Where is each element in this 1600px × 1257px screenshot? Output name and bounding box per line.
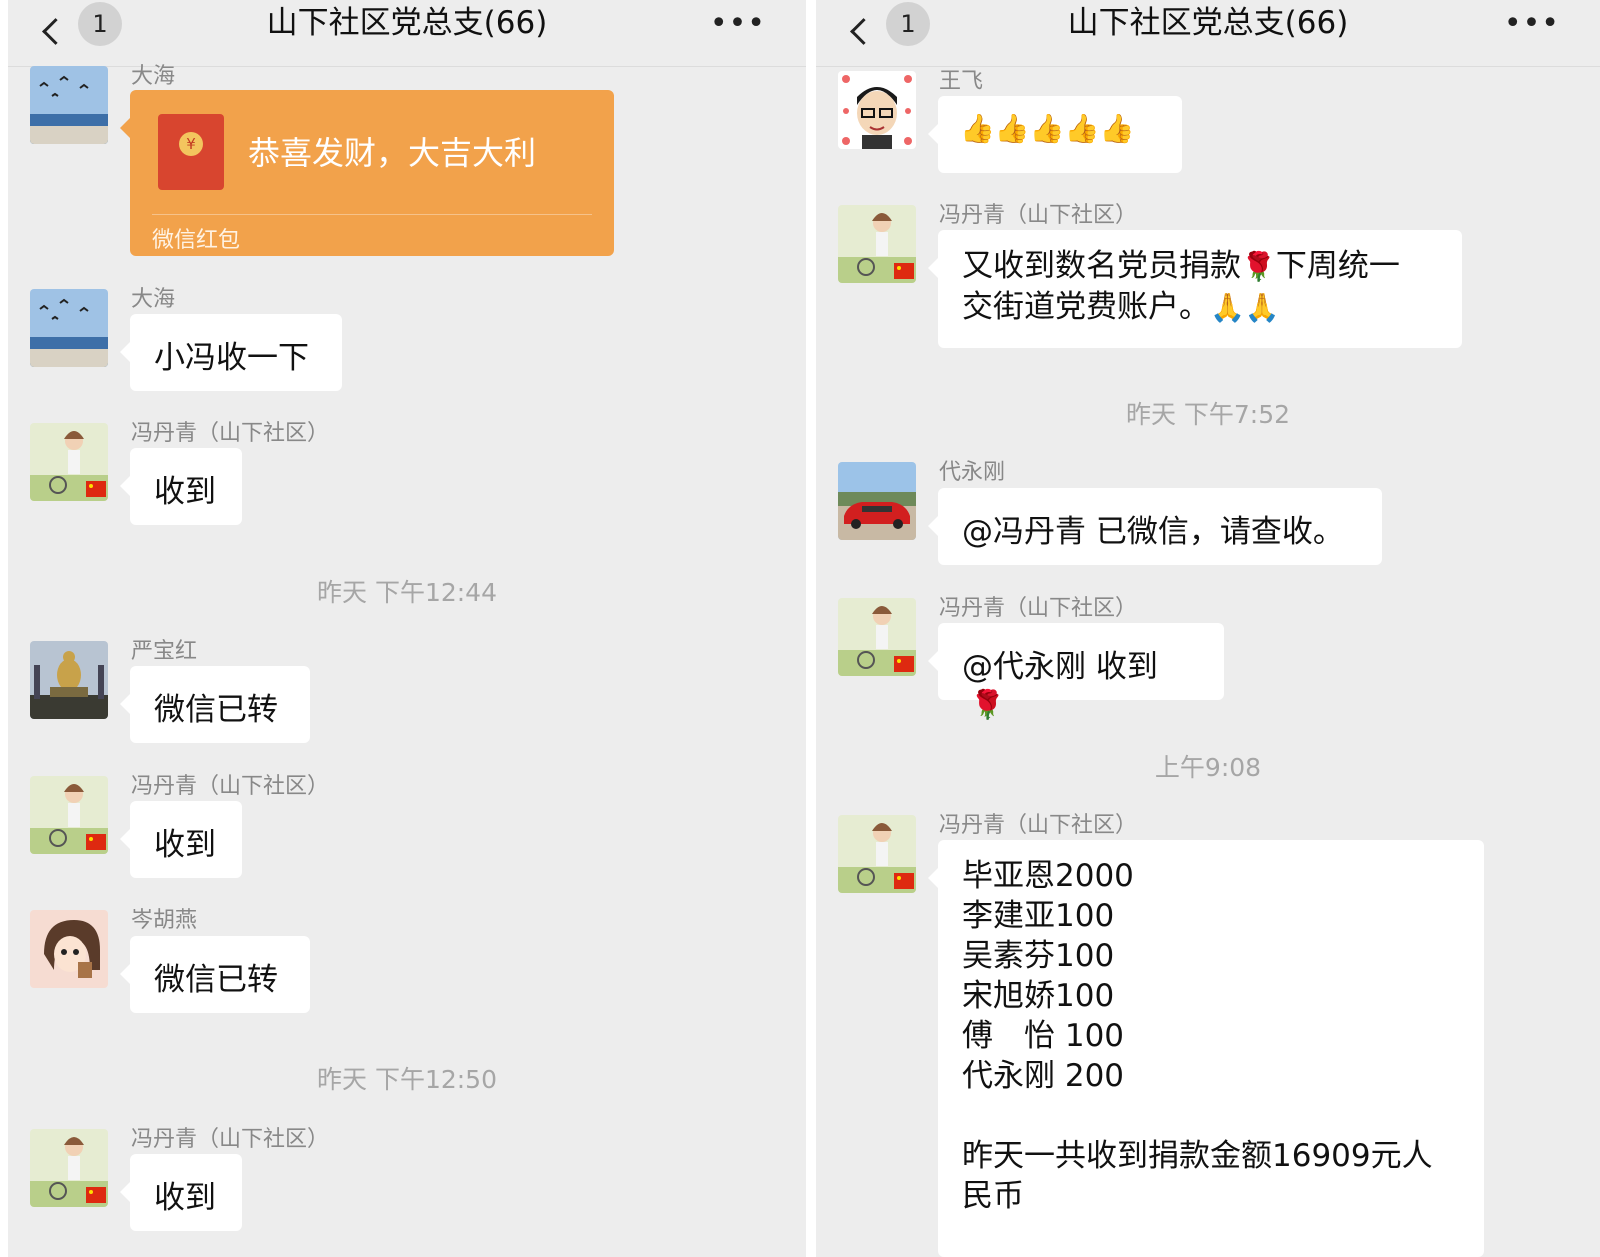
sender-name: 大海	[131, 64, 176, 89]
sender-name: 冯丹青（山下社区）	[939, 203, 1138, 228]
sender-name: 岑胡燕	[131, 908, 198, 933]
message-text: 又收到数名党员捐款	[962, 248, 1241, 284]
message-bubble[interactable]: 小冯收一下	[120, 314, 342, 391]
avatar-feng[interactable]	[838, 815, 916, 893]
message-text: 收到	[154, 1180, 216, 1216]
red-packet-icon: ¥	[158, 114, 224, 190]
chat-title: 山下社区党总支(66)	[1067, 5, 1349, 41]
avatar-feng[interactable]	[30, 423, 108, 501]
timestamp: 昨天 下午12:44	[317, 578, 497, 607]
sender-name: 冯丹青（山下社区）	[939, 596, 1138, 621]
avatar-dahai[interactable]	[30, 289, 108, 367]
sender-name: 大海	[131, 287, 176, 312]
screenshot-collage: 1 山下社区党总支(66) ••• 大海 ¥ 恭喜发财，大吉大利 微信红包 大海	[0, 0, 1600, 1257]
message-text: 交街道党费账户。	[962, 289, 1210, 325]
red-packet-title: 恭喜发财，大吉大利	[248, 134, 537, 172]
message-text: @代永刚 收到	[962, 649, 1158, 685]
message-text: 毕亚恩2000 李建亚100 吴素芬100 宋旭娇100 傅 怡 100 代永刚…	[962, 858, 1433, 1214]
message-text: 小冯收一下	[154, 340, 309, 376]
coin-icon: ¥	[179, 132, 203, 156]
message-text: 微信已转	[154, 962, 278, 998]
chat-header: 1 山下社区党总支(66) •••	[8, 0, 806, 67]
timestamp: 昨天 下午7:52	[1125, 400, 1291, 429]
chat-title: 山下社区党总支(66)	[266, 5, 548, 41]
avatar-feng[interactable]	[838, 598, 916, 676]
avatar-cen[interactable]	[30, 910, 108, 988]
thumbs-up-icon: 👍👍👍👍👍	[960, 112, 1135, 145]
avatar-yan[interactable]	[30, 641, 108, 719]
sender-name: 代永刚	[939, 460, 1006, 485]
divider	[152, 214, 592, 215]
more-icon[interactable]: •••	[710, 6, 766, 41]
chat-header: 1 山下社区党总支(66) •••	[816, 0, 1600, 67]
chat-pane-right: 1 山下社区党总支(66) ••• 王飞 👍👍👍👍👍 冯丹青（山下社区） 又收到…	[816, 0, 1600, 1257]
message-text: 收到	[154, 827, 216, 863]
message-bubble[interactable]: 收到	[120, 448, 242, 525]
message-bubble[interactable]: 👍👍👍👍👍	[928, 96, 1182, 173]
message-text: 收到	[154, 474, 216, 510]
timestamp: 上午9:08	[1154, 753, 1262, 782]
message-bubble[interactable]: 又收到数名党员捐款🌹下周统一 交街道党费账户。🙏🙏	[928, 230, 1462, 348]
avatar-feng[interactable]	[30, 1129, 108, 1207]
avatar-dahai[interactable]	[30, 66, 108, 144]
rose-icon: 🌹	[970, 688, 1005, 721]
chat-pane-left: 1 山下社区党总支(66) ••• 大海 ¥ 恭喜发财，大吉大利 微信红包 大海	[8, 0, 806, 1257]
message-text: 微信已转	[154, 692, 278, 728]
sender-name: 冯丹青（山下社区）	[131, 421, 330, 446]
timestamp: 昨天 下午12:50	[317, 1065, 497, 1094]
avatar-feng[interactable]	[838, 205, 916, 283]
message-bubble[interactable]: 微信已转	[120, 666, 310, 743]
sender-name: 冯丹青（山下社区）	[131, 1127, 330, 1152]
sender-name: 王飞	[939, 69, 984, 94]
hands-icon: 🙏🙏	[1210, 291, 1280, 324]
rose-icon: 🌹	[1241, 250, 1276, 283]
avatar-wang[interactable]	[838, 71, 916, 149]
avatar-feng[interactable]	[30, 776, 108, 854]
sender-name: 严宝红	[131, 639, 198, 664]
sender-name: 冯丹青（山下社区）	[939, 813, 1138, 838]
message-text: 下周统一	[1275, 248, 1400, 284]
message-bubble[interactable]: 收到	[120, 801, 242, 878]
avatar-dai[interactable]	[838, 462, 916, 540]
message-text: @冯丹青 已微信，请查收。	[962, 514, 1344, 550]
message-bubble[interactable]: @代永刚 收到🌹	[928, 623, 1224, 721]
message-bubble[interactable]: 微信已转	[120, 936, 310, 1013]
red-packet-message[interactable]: ¥ 恭喜发财，大吉大利 微信红包	[120, 90, 614, 256]
message-bubble[interactable]: 收到	[120, 1154, 242, 1231]
donation-list-message[interactable]: 毕亚恩2000 李建亚100 吴素芬100 宋旭娇100 傅 怡 100 代永刚…	[928, 840, 1484, 1257]
more-icon[interactable]: •••	[1504, 6, 1560, 41]
message-bubble[interactable]: @冯丹青 已微信，请查收。	[928, 488, 1382, 565]
sender-name: 冯丹青（山下社区）	[131, 774, 330, 799]
red-packet-label: 微信红包	[152, 228, 241, 253]
